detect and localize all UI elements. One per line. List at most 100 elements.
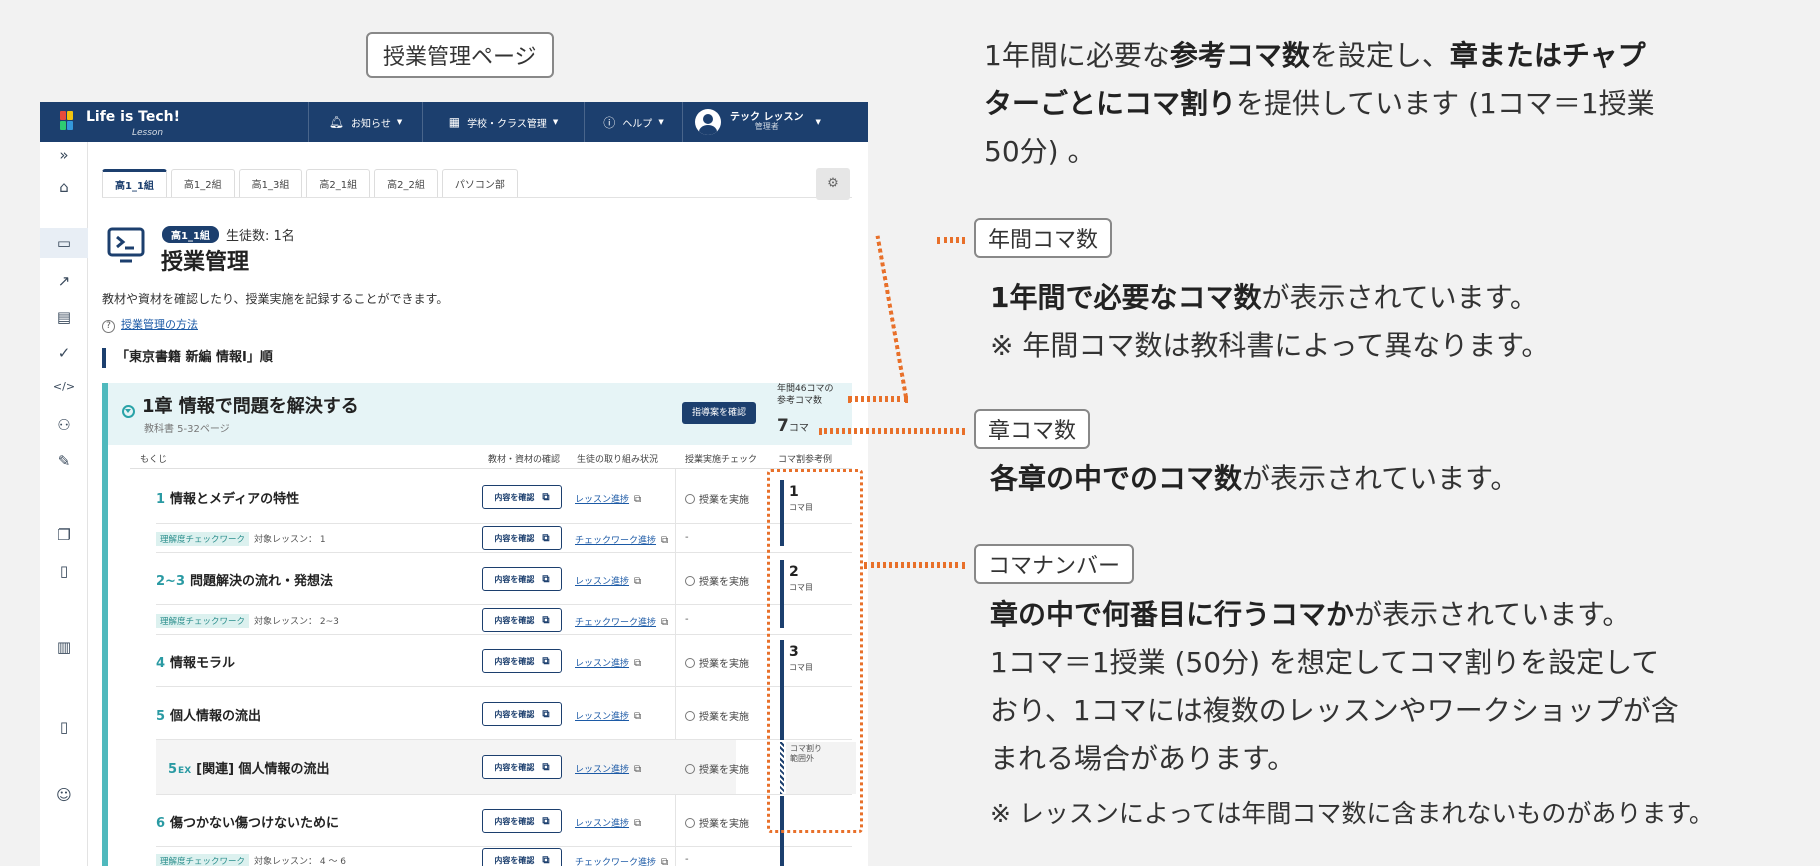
- lesson-title: 4 情報モラル: [156, 652, 235, 671]
- smile-icon[interactable]: ☺: [40, 786, 88, 804]
- question-icon: ?: [102, 320, 115, 333]
- terminal-icon: [107, 227, 145, 263]
- koma-column-highlight: [767, 469, 863, 833]
- check-content-button[interactable]: 内容を確認 ⧉: [482, 702, 562, 726]
- lesson-progress-link[interactable]: レッスン進捗 ⧉: [575, 492, 641, 505]
- presentation-icon[interactable]: ▤: [40, 308, 88, 326]
- tab-class-1[interactable]: 高1_1組: [102, 169, 167, 197]
- top-bar: Life is Tech! Lesson 🔔︎ お知らせ ▼ ▦ 学校・クラス管…: [40, 102, 868, 142]
- file-edit-icon[interactable]: ▯: [40, 718, 88, 736]
- tab-class-4[interactable]: 高2_1組: [306, 169, 371, 197]
- koma-number-label-box: コマナンバー: [974, 544, 1135, 584]
- howto-link[interactable]: ? 授業管理の方法: [102, 316, 198, 333]
- intro-bold: 参考コマ数: [1169, 39, 1310, 72]
- check-content-button[interactable]: 内容を確認 ⧉: [482, 755, 562, 779]
- check-content-label: 内容を確認: [494, 574, 535, 584]
- annual-koma-text: が表示されています。: [1261, 281, 1538, 314]
- tab-class-5[interactable]: 高2_2組: [374, 169, 438, 197]
- annual-koma-label-1: 年間46コマの: [777, 384, 834, 394]
- chapter-title: 1章 情報で問題を解決する: [142, 396, 359, 417]
- external-link-icon: ⧉: [661, 857, 669, 866]
- implement-radio[interactable]: 授業を実施: [685, 491, 749, 506]
- implement-radio[interactable]: 授業を実施: [685, 761, 749, 776]
- edit-document-icon[interactable]: ▯: [40, 562, 88, 580]
- chapter-koma-label-box: 章コマ数: [974, 409, 1091, 449]
- check-circle-icon[interactable]: ✓: [40, 344, 88, 362]
- checkwork-progress-link[interactable]: チェックワーク進捗 ⧉: [575, 855, 668, 866]
- avatar: [695, 109, 721, 135]
- tab-class-6[interactable]: パソコン部: [441, 169, 518, 197]
- lesson-title: 6 傷つかない傷つけないために: [156, 812, 339, 831]
- users-icon[interactable]: ⚇: [40, 416, 88, 434]
- annotation-line: [848, 396, 908, 402]
- guide-button[interactable]: 指導案を確認: [682, 402, 757, 424]
- radio-icon: [685, 764, 695, 774]
- row-divider: [156, 794, 852, 795]
- implement-label: 授業を実施: [699, 819, 749, 830]
- lesson-progress-link[interactable]: レッスン進捗 ⧉: [575, 574, 641, 587]
- check-content-button[interactable]: 内容を確認 ⧉: [482, 848, 562, 866]
- check-content-button[interactable]: 内容を確認 ⧉: [482, 567, 562, 591]
- check-content-button[interactable]: 内容を確認 ⧉: [482, 608, 562, 632]
- lesson-progress-link[interactable]: レッスン進捗 ⧉: [575, 709, 641, 722]
- external-link-icon: ⧉: [661, 617, 669, 628]
- lesson-name: 個人情報の流出: [170, 709, 262, 724]
- check-content-button[interactable]: 内容を確認 ⧉: [482, 809, 562, 833]
- implement-radio[interactable]: 授業を実施: [685, 655, 749, 670]
- checkwork-progress-link[interactable]: チェックワーク進捗 ⧉: [575, 615, 668, 628]
- trend-icon[interactable]: ↗: [40, 272, 88, 290]
- check-content-label: 内容を確認: [494, 855, 535, 865]
- settings-button[interactable]: ⚙: [816, 168, 850, 200]
- col-koma: コマ割参考例: [778, 455, 833, 465]
- check-content-button[interactable]: 内容を確認 ⧉: [482, 526, 562, 550]
- tab-class-2[interactable]: 高1_2組: [170, 169, 235, 197]
- implement-radio[interactable]: 授業を実施: [685, 573, 749, 588]
- logo[interactable]: Life is Tech! Lesson: [60, 108, 190, 138]
- lesson-progress-link[interactable]: レッスン進捗 ⧉: [575, 816, 641, 829]
- implement-label: 授業を実施: [699, 495, 749, 506]
- pencil-icon[interactable]: ✎: [40, 452, 88, 470]
- external-link-icon: ⧉: [542, 761, 550, 773]
- external-link-icon: ⧉: [634, 576, 642, 587]
- koma-number-line-4: まれる場合があります。: [990, 742, 1296, 775]
- lesson-progress-link[interactable]: レッスン進捗 ⧉: [575, 762, 641, 775]
- class-management-icon[interactable]: ▭: [40, 228, 88, 258]
- implement-radio[interactable]: 授業を実施: [685, 708, 749, 723]
- lesson-number: 6: [156, 816, 166, 831]
- lesson-progress-link[interactable]: レッスン進捗 ⧉: [575, 656, 641, 669]
- chart-icon[interactable]: ▥: [40, 638, 88, 656]
- logo-mark-icon: [60, 111, 76, 131]
- class-tabs: 高1_1組 高1_2組 高1_3組 高2_1組 高2_2組 パソコン部: [102, 169, 522, 197]
- checkwork-badge: 理解度チェックワーク: [156, 854, 250, 866]
- chapter-koma-unit: コマ: [788, 423, 809, 434]
- expand-sidebar-icon[interactable]: »: [40, 146, 88, 164]
- lesson-progress-label: レッスン進捗: [575, 819, 630, 829]
- check-content-button[interactable]: 内容を確認 ⧉: [482, 485, 562, 509]
- nav-user-menu[interactable]: テック レッスン 管理者 ▼: [682, 102, 868, 142]
- document-icon[interactable]: ❐: [40, 526, 88, 544]
- tab-class-3[interactable]: 高1_3組: [238, 169, 303, 197]
- checkwork-progress-link[interactable]: チェックワーク進捗 ⧉: [575, 533, 668, 546]
- nav-help[interactable]: ⓘ ヘルプ ▼: [584, 102, 682, 142]
- checkwork-target: 対象レッスン： 2~3: [254, 617, 339, 627]
- nav-school-class[interactable]: ▦ 学校・クラス管理 ▼: [422, 102, 584, 142]
- lesson-number: 5: [168, 762, 178, 777]
- chapter-collapse-icon[interactable]: [122, 405, 135, 418]
- lesson-number: 4: [156, 656, 166, 671]
- lesson-progress-label: レッスン進捗: [575, 577, 630, 587]
- bell-icon: 🔔︎: [328, 115, 345, 129]
- annual-koma-label: 年間46コマの 参考コマ数: [777, 384, 833, 407]
- annual-koma-note: ※ 年間コマ数は教科書によって異なります。: [990, 329, 1550, 362]
- page-description: 教材や資材を確認したり、授業実施を記録することができます。: [102, 292, 449, 306]
- implement-radio[interactable]: 授業を実施: [685, 815, 749, 830]
- nav-notice[interactable]: 🔔︎ お知らせ ▼: [308, 102, 422, 142]
- external-link-icon: ⧉: [542, 614, 550, 626]
- gear-icon: ⚙: [827, 176, 839, 191]
- checkwork-progress-label: チェックワーク進捗: [575, 536, 657, 546]
- home-icon[interactable]: ⌂: [40, 178, 88, 196]
- check-content-button[interactable]: 内容を確認 ⧉: [482, 649, 562, 673]
- external-link-icon: ⧉: [542, 491, 550, 503]
- lesson-title: 5 個人情報の流出: [156, 705, 261, 724]
- chapter-koma-bold: 各章の中でのコマ数: [990, 462, 1243, 495]
- code-icon[interactable]: </>: [40, 380, 88, 393]
